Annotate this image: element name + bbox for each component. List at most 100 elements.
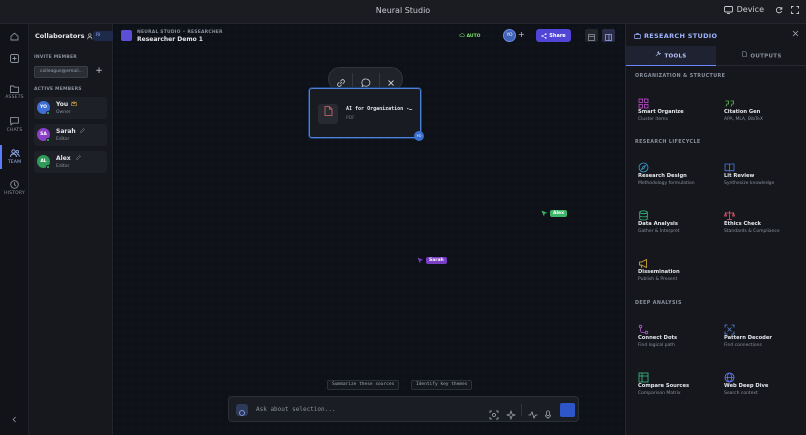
member-role: Editor — [56, 164, 70, 169]
scan-icon[interactable] — [489, 405, 499, 420]
tab-tools-label: TOOLS — [664, 53, 687, 60]
invite-email-input[interactable]: colleague@email... — [34, 66, 88, 78]
home-icon — [10, 32, 19, 41]
tool-dissemination[interactable]: Dissemination Publish & Present — [634, 254, 716, 292]
collapse-sidebar-button[interactable] — [0, 416, 29, 423]
invite-add-button[interactable]: + — [93, 66, 105, 78]
tool-name: Data Analysis — [638, 221, 678, 227]
app-window: Neural Studio Device ASSETS CHATS TEAM H… — [0, 0, 806, 435]
quote-icon — [724, 94, 735, 107]
refresh-icon[interactable] — [774, 6, 784, 16]
document-icon — [742, 46, 748, 66]
member-name: Sarah — [56, 128, 76, 135]
panel-view-button[interactable] — [602, 29, 615, 42]
path-icon — [638, 320, 649, 335]
layout-icon — [588, 34, 595, 41]
chat-icon — [10, 117, 19, 126]
new-item-button[interactable] — [0, 54, 29, 63]
edit-icon — [76, 155, 81, 162]
rail-item-history[interactable]: HISTORY — [0, 180, 29, 196]
chat-input-bar: Ask about selection... — [228, 396, 579, 422]
tool-description: Methodology formulation — [638, 181, 695, 186]
activity-icon[interactable] — [528, 405, 538, 420]
tool-smart-organize[interactable]: Smart Organize Cluster items — [634, 94, 716, 132]
tool-citation-gen[interactable]: Citation Gen APA, MLA, BibTeX — [720, 94, 802, 132]
history-icon — [10, 180, 19, 189]
close-icon[interactable] — [385, 74, 397, 86]
tool-compare-sources[interactable]: Compare Sources Comparison Matrix — [634, 368, 716, 406]
monitor-icon — [723, 5, 733, 14]
microphone-icon[interactable] — [543, 405, 553, 419]
wrench-icon — [655, 46, 662, 66]
edit-icon — [80, 128, 85, 135]
context-icon[interactable] — [236, 404, 248, 416]
cursor-alex: Alex — [541, 210, 567, 217]
current-user-avatar[interactable]: YO — [503, 29, 516, 42]
online-indicator — [46, 138, 50, 142]
layout-view-button[interactable] — [585, 29, 598, 42]
member-item-sarah[interactable]: SA Sarah Editor — [34, 124, 107, 146]
close-icon — [792, 30, 799, 37]
collaborators-panel: Collaborators RI INVITE MEMBER colleague… — [29, 24, 115, 435]
rail-label-chats: CHATS — [6, 128, 23, 133]
tool-lit-review[interactable]: Lit Review Synthesize knowledge — [720, 158, 802, 196]
member-item-alex[interactable]: AL Alex Editor — [34, 151, 107, 173]
add-collaborator-button[interactable]: + — [518, 30, 525, 39]
toolbar-divider — [379, 73, 380, 87]
cursor-sarah: Sarah — [417, 257, 447, 264]
title-bar: Neural Studio Device — [0, 0, 806, 24]
cursor-label: Sarah — [426, 257, 447, 264]
comment-icon[interactable] — [360, 74, 372, 88]
member-item-you[interactable]: YO You Owner — [34, 97, 107, 119]
plus-square-icon — [10, 54, 19, 63]
tab-tools[interactable]: TOOLS — [626, 46, 716, 66]
mode-badge[interactable]: RI — [93, 31, 115, 41]
sparkle-icon[interactable] — [505, 405, 517, 421]
node-owner-badge: YO — [414, 131, 424, 141]
document-node[interactable]: AI for Organization -… PDF YO — [309, 88, 424, 141]
tool-data-analysis[interactable]: Data Analysis Gather & Interpret — [634, 206, 716, 244]
collaborators-title: Collaborators — [35, 32, 85, 40]
tool-name: Research Design — [638, 173, 687, 179]
fullscreen-icon[interactable] — [790, 6, 800, 16]
auto-save-badge[interactable]: AUTO — [459, 33, 480, 39]
tool-web-deep-dive[interactable]: Web Deep Dive Search context — [720, 368, 802, 406]
database-icon — [638, 206, 649, 221]
category-label: DEEP ANALYSIS — [635, 301, 682, 306]
share-button[interactable]: Share — [536, 29, 571, 42]
link-icon[interactable] — [335, 74, 347, 87]
canvas-area[interactable]: NEURAL STUDIO • RESEARCHER Researcher De… — [113, 24, 625, 435]
cloud-icon — [459, 33, 467, 39]
sidebar-icon — [605, 34, 612, 41]
chat-divider — [521, 404, 522, 416]
tool-connect-dots[interactable]: Connect Dots Find logical path — [634, 320, 716, 358]
device-button[interactable]: Device — [723, 5, 764, 14]
close-studio-button[interactable] — [792, 30, 799, 39]
tab-outputs[interactable]: OUTPUTS — [717, 46, 806, 66]
tool-description: Search context — [724, 391, 758, 396]
users-icon — [9, 149, 20, 158]
send-button[interactable] — [560, 403, 575, 417]
megaphone-icon — [638, 254, 649, 269]
rail-item-assets[interactable]: ASSETS — [0, 85, 29, 100]
studio-title: RESEARCH STUDIO — [644, 32, 718, 40]
tool-ethics-check[interactable]: Ethics Check Standards & Compliance — [720, 206, 802, 244]
studio-tabs: TOOLS OUTPUTS — [626, 46, 806, 66]
tool-name: Pattern Decoder — [724, 335, 772, 341]
chat-input[interactable]: Ask about selection... — [256, 406, 335, 413]
share-icon — [541, 32, 547, 39]
suggestion-chip[interactable]: Identify key themes — [411, 380, 473, 390]
breadcrumb-mode: RESEARCHER — [187, 30, 223, 35]
home-button[interactable] — [0, 32, 29, 41]
tool-research-design[interactable]: Research Design Methodology formulation — [634, 158, 716, 196]
rail-item-chats[interactable]: CHATS — [0, 117, 29, 133]
tool-pattern-decoder[interactable]: Pattern Decoder Find connections — [720, 320, 802, 358]
member-role: Editor — [56, 137, 70, 142]
member-name: You — [56, 101, 69, 108]
rail-item-team[interactable]: TEAM — [0, 145, 29, 169]
breadcrumb: NEURAL STUDIO • RESEARCHER — [137, 30, 223, 35]
toolbar-divider — [352, 73, 353, 87]
suggestion-chip[interactable]: Summarize these sources — [327, 380, 400, 390]
tool-name: Compare Sources — [638, 383, 690, 389]
tool-name: Lit Review — [724, 173, 755, 179]
